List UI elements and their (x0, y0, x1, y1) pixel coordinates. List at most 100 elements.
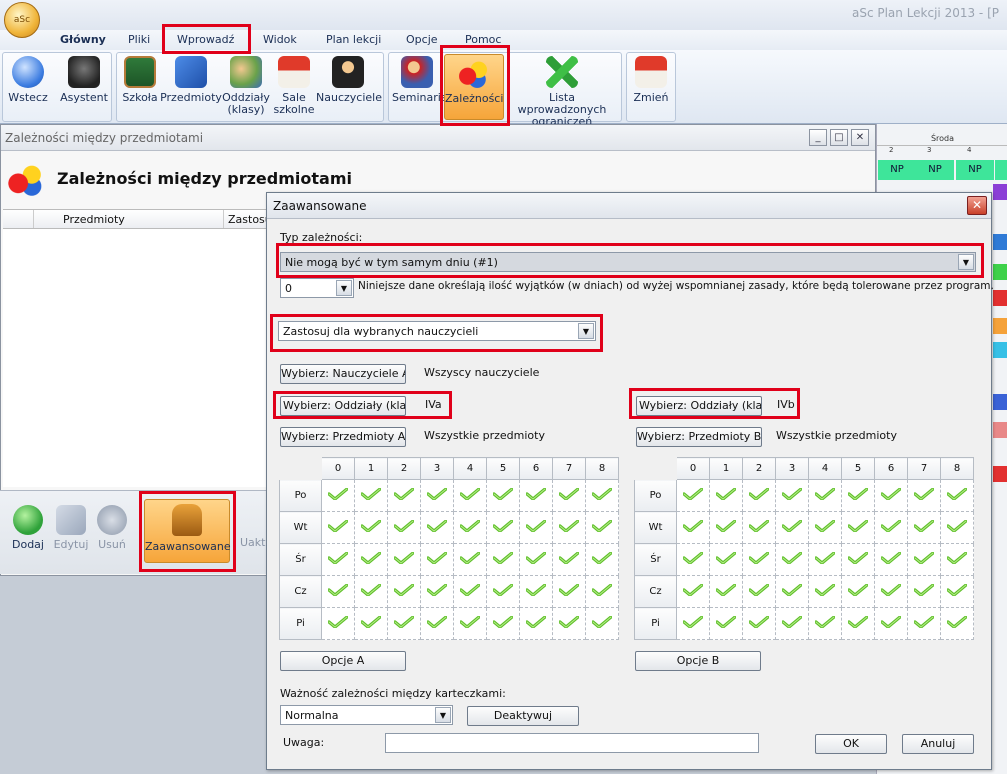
period-cell-a[interactable] (519, 479, 553, 512)
dependencies-list[interactable] (3, 229, 269, 487)
day-header[interactable]: Śr (279, 543, 322, 576)
period-cell-b[interactable] (775, 511, 809, 544)
period-cell-a[interactable] (519, 511, 553, 544)
lesson-card[interactable] (993, 318, 1007, 334)
np-cell[interactable]: NP (916, 160, 954, 180)
period-cell-a[interactable] (321, 575, 355, 608)
period-cell-b[interactable] (841, 543, 875, 576)
period-cell-b[interactable] (709, 479, 743, 512)
period-cell-b[interactable] (709, 511, 743, 544)
period-cell-a[interactable] (486, 511, 520, 544)
period-cell-b[interactable] (742, 511, 776, 544)
tab-plan-lekcji[interactable]: Plan lekcji (326, 33, 381, 46)
period-cell-b[interactable] (940, 575, 974, 608)
oddzialy-button[interactable]: Oddziały (klasy) (222, 56, 270, 116)
lesson-card[interactable] (993, 290, 1007, 306)
period-cell-a[interactable] (585, 543, 619, 576)
day-header[interactable]: Cz (279, 575, 322, 608)
period-header[interactable]: 1 (354, 457, 388, 480)
period-header[interactable]: 0 (321, 457, 355, 480)
opcje-a-button[interactable]: Opcje A (280, 651, 406, 671)
period-cell-b[interactable] (676, 479, 710, 512)
wstecz-button[interactable]: Wstecz (6, 56, 50, 104)
period-cell-b[interactable] (808, 511, 842, 544)
period-header[interactable]: 7 (907, 457, 941, 480)
period-header[interactable]: 0 (676, 457, 710, 480)
period-cell-a[interactable] (420, 575, 454, 608)
select-teachers-a-button[interactable]: Wybierz: Nauczyciele A (280, 364, 406, 384)
day-header[interactable]: Śr (634, 543, 677, 576)
period-cell-a[interactable] (420, 607, 454, 640)
usun-button[interactable]: Usuń (92, 505, 132, 551)
opcje-b-button[interactable]: Opcje B (635, 651, 761, 671)
period-cell-a[interactable] (453, 543, 487, 576)
period-cell-b[interactable] (709, 607, 743, 640)
period-cell-b[interactable] (709, 575, 743, 608)
period-cell-a[interactable] (519, 543, 553, 576)
period-cell-a[interactable] (453, 511, 487, 544)
period-cell-b[interactable] (940, 511, 974, 544)
select-classes-a-button[interactable]: Wybierz: Oddziały (klasy) A (280, 396, 406, 416)
period-cell-a[interactable] (354, 479, 388, 512)
period-header[interactable]: 2 (742, 457, 776, 480)
tab-opcje[interactable]: Opcje (406, 33, 438, 46)
period-cell-a[interactable] (519, 575, 553, 608)
period-cell-b[interactable] (808, 575, 842, 608)
period-cell-b[interactable] (709, 543, 743, 576)
period-cell-a[interactable] (321, 511, 355, 544)
period-cell-b[interactable] (742, 543, 776, 576)
sale-button[interactable]: Sale szkolne (270, 56, 318, 116)
period-cell-b[interactable] (874, 543, 908, 576)
waznosc-select[interactable]: Normalna ▼ (280, 705, 453, 725)
period-cell-b[interactable] (742, 479, 776, 512)
period-cell-a[interactable] (321, 543, 355, 576)
period-cell-b[interactable] (775, 575, 809, 608)
period-header[interactable]: 8 (585, 457, 619, 480)
period-cell-b[interactable] (940, 543, 974, 576)
dodaj-button[interactable]: Dodaj (8, 505, 48, 551)
seminaria-button[interactable]: Seminaria (392, 56, 448, 104)
period-cell-a[interactable] (552, 607, 586, 640)
period-cell-b[interactable] (874, 479, 908, 512)
zmien-button[interactable]: Zmień (630, 56, 672, 104)
period-cell-b[interactable] (940, 607, 974, 640)
period-cell-a[interactable] (585, 479, 619, 512)
tab-pomoc[interactable]: Pomoc (465, 33, 501, 46)
ok-button[interactable]: OK (815, 734, 887, 754)
period-header[interactable]: 6 (519, 457, 553, 480)
period-cell-b[interactable] (841, 575, 875, 608)
period-cell-b[interactable] (907, 607, 941, 640)
select-classes-b-button[interactable]: Wybierz: Oddziały (klasy) B (636, 396, 762, 416)
period-cell-a[interactable] (585, 575, 619, 608)
period-cell-b[interactable] (940, 479, 974, 512)
np-cell[interactable] (995, 160, 1007, 180)
period-cell-a[interactable] (387, 479, 421, 512)
anuluj-button[interactable]: Anuluj (902, 734, 974, 754)
period-cell-a[interactable] (486, 575, 520, 608)
period-cell-b[interactable] (808, 543, 842, 576)
period-header[interactable]: 2 (387, 457, 421, 480)
lesson-card[interactable] (993, 234, 1007, 250)
period-cell-b[interactable] (874, 511, 908, 544)
period-header[interactable]: 3 (420, 457, 454, 480)
period-cell-b[interactable] (907, 543, 941, 576)
period-header[interactable]: 6 (874, 457, 908, 480)
period-cell-a[interactable] (453, 607, 487, 640)
period-cell-b[interactable] (874, 607, 908, 640)
period-cell-b[interactable] (808, 607, 842, 640)
period-cell-a[interactable] (321, 479, 355, 512)
period-cell-b[interactable] (742, 575, 776, 608)
tab-wprowadz[interactable]: Wprowadź (177, 33, 234, 46)
day-header[interactable]: Po (279, 479, 322, 512)
period-cell-b[interactable] (841, 511, 875, 544)
typ-select[interactable]: Nie mogą być w tym samym dniu (#1) ▼ (280, 252, 976, 272)
lesson-card[interactable] (993, 466, 1007, 482)
zaawansowane-button[interactable]: Zaawansowane (144, 499, 231, 563)
period-cell-b[interactable] (808, 479, 842, 512)
nauczyciele-button[interactable]: Nauczyciele (316, 56, 382, 104)
period-cell-a[interactable] (387, 511, 421, 544)
period-cell-b[interactable] (676, 607, 710, 640)
period-cell-a[interactable] (552, 479, 586, 512)
day-header[interactable]: Wt (634, 511, 677, 544)
np-cell[interactable]: NP (878, 160, 916, 180)
